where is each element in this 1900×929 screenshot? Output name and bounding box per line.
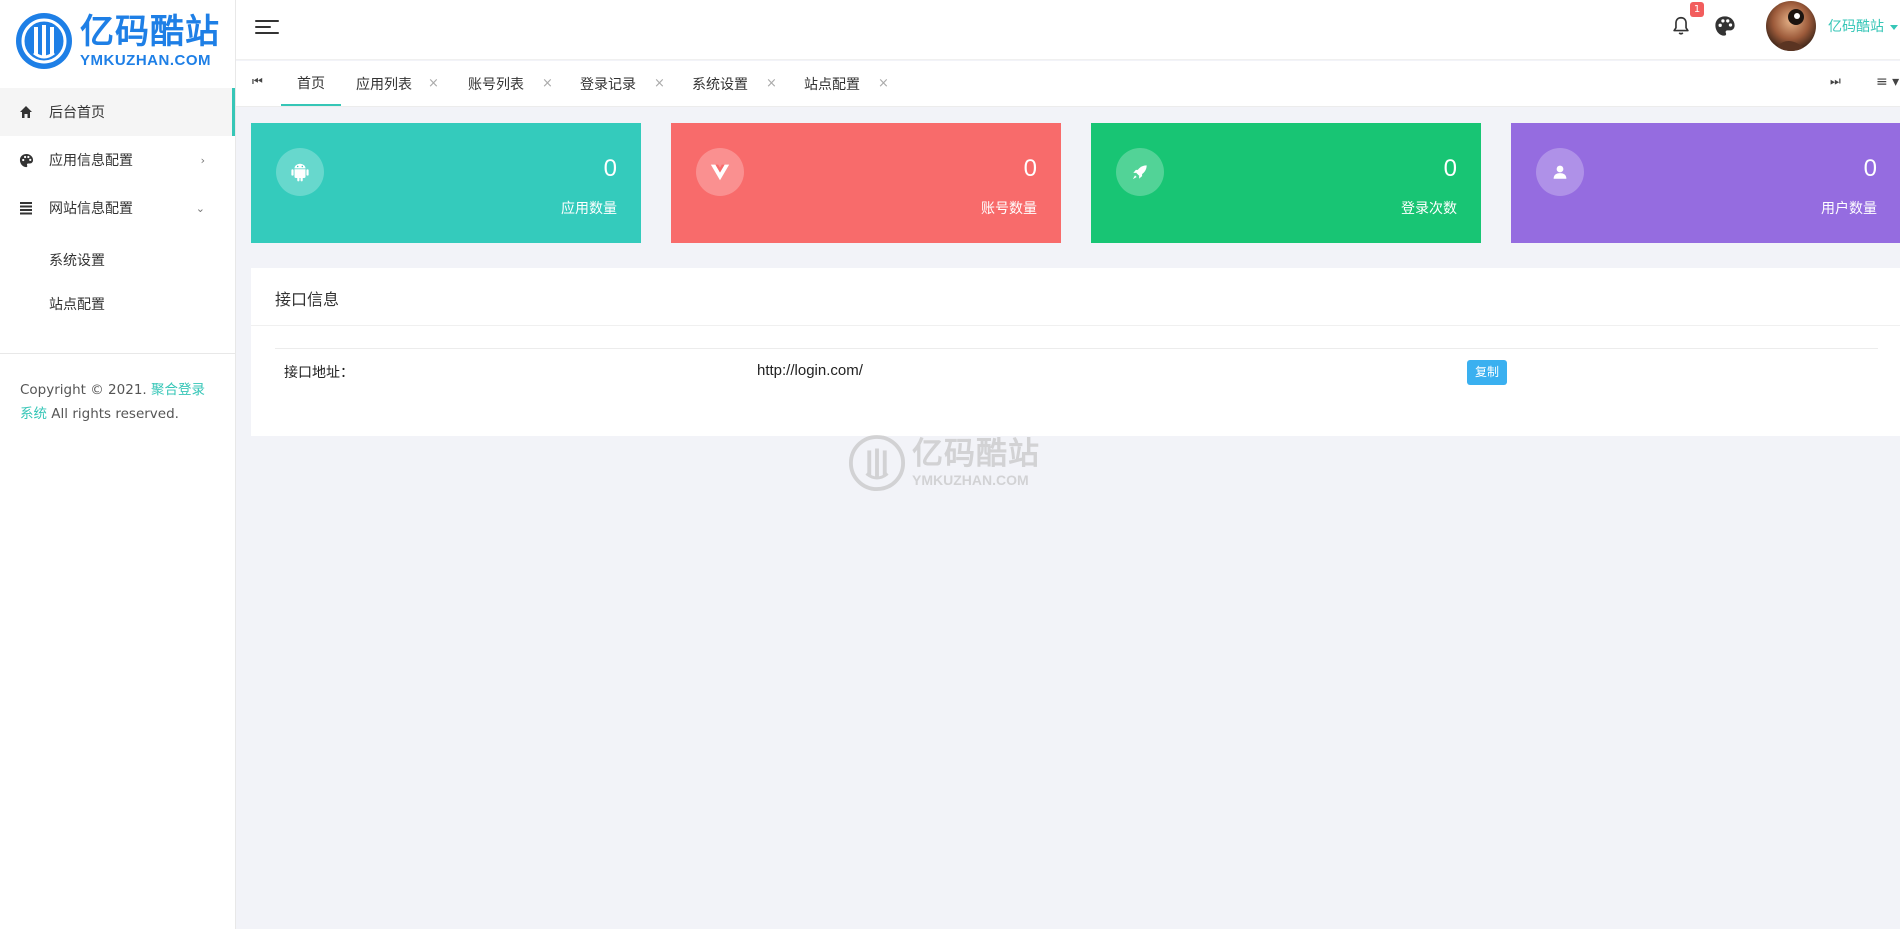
home-icon bbox=[18, 104, 34, 120]
watermark-en: YMKUZHAN.COM bbox=[912, 472, 1029, 488]
tab-home[interactable]: 首页 bbox=[281, 61, 341, 106]
copy-button[interactable]: 复制 bbox=[1467, 360, 1507, 385]
sidebar-item-app-config[interactable]: 应用信息配置 › bbox=[0, 136, 235, 184]
copyright-text: Copyright © 2021. 聚合登录系统 All rights rese… bbox=[20, 378, 212, 426]
tab-options-icon[interactable]: ≡ ▾ bbox=[1876, 74, 1899, 90]
rocket-icon bbox=[1116, 148, 1164, 196]
brand-domain: YMKUZHAN.COM bbox=[80, 51, 211, 69]
top-header: 1 亿码酷站 bbox=[236, 0, 1900, 60]
stat-card-logins: 0 登录次数 bbox=[1091, 123, 1481, 243]
tab-site-config[interactable]: 站点配置 × bbox=[804, 61, 914, 106]
stat-value: 0 bbox=[603, 155, 617, 182]
close-icon[interactable]: × bbox=[428, 76, 439, 91]
sidebar-item-label: 应用信息配置 bbox=[49, 153, 133, 169]
stat-value: 0 bbox=[1443, 155, 1457, 182]
notification-badge: 1 bbox=[1690, 2, 1704, 17]
close-icon[interactable]: × bbox=[878, 76, 889, 91]
tab-label: 账号列表 bbox=[468, 76, 524, 93]
stat-card-users: 0 用户数量 bbox=[1511, 123, 1900, 243]
tab-account-list[interactable]: 账号列表 × bbox=[468, 61, 578, 106]
tab-label: 应用列表 bbox=[356, 76, 412, 93]
tab-label: 首页 bbox=[297, 75, 325, 92]
tab-login-records[interactable]: 登录记录 × bbox=[580, 61, 690, 106]
sidebar-menu: 后台首页 应用信息配置 › 网站信息配置 ⌄ 系统设置 站点配置 bbox=[0, 88, 235, 326]
stat-card-accounts: 0 账号数量 bbox=[671, 123, 1061, 243]
sidebar-subitem-site-settings[interactable]: 站点配置 bbox=[0, 282, 235, 326]
stat-label: 应用数量 bbox=[561, 201, 617, 217]
sidebar-item-label: 网站信息配置 bbox=[49, 201, 133, 217]
sidebar-item-dashboard[interactable]: 后台首页 bbox=[0, 88, 235, 136]
close-icon[interactable]: × bbox=[654, 76, 665, 91]
caret-down-icon bbox=[1890, 24, 1898, 30]
brand-logo[interactable]: 亿码酷站 YMKUZHAN.COM bbox=[14, 10, 224, 72]
chevron-down-icon: ⌄ bbox=[195, 201, 205, 215]
tab-scroll-last-icon[interactable]: ⏭ bbox=[1830, 74, 1841, 89]
sidebar-subitem-system-settings[interactable]: 系统设置 bbox=[0, 238, 235, 282]
table-row-border bbox=[275, 348, 1878, 349]
chevron-right-icon: › bbox=[200, 153, 205, 167]
stat-card-apps: 0 应用数量 bbox=[251, 123, 641, 243]
tab-system-settings[interactable]: 系统设置 × bbox=[692, 61, 802, 106]
brand-name: 亿码酷站 bbox=[80, 11, 220, 52]
tab-app-list[interactable]: 应用列表 × bbox=[356, 61, 466, 106]
tab-label: 登录记录 bbox=[580, 76, 636, 93]
android-icon bbox=[276, 148, 324, 196]
list-icon bbox=[18, 200, 34, 216]
sidebar-divider bbox=[0, 353, 235, 354]
tab-bar: ⏮ 首页 应用列表 × 账号列表 × 登录记录 × 系统设置 × 站点配置 × … bbox=[236, 61, 1900, 107]
theme-palette-icon[interactable] bbox=[1714, 15, 1736, 37]
tab-label: 站点配置 bbox=[804, 76, 860, 93]
tab-scroll-first-icon[interactable]: ⏮ bbox=[252, 74, 263, 89]
stat-label: 登录次数 bbox=[1401, 201, 1457, 217]
avatar[interactable] bbox=[1766, 1, 1816, 51]
watermark-logo-icon bbox=[848, 434, 906, 492]
username: 亿码酷站 bbox=[1828, 19, 1884, 35]
user-icon bbox=[1536, 148, 1584, 196]
api-address-label: 接口地址： bbox=[284, 365, 354, 381]
palette-icon bbox=[18, 152, 34, 168]
watermark: 亿码酷站 YMKUZHAN.COM bbox=[848, 434, 1040, 492]
menu-toggle-icon[interactable] bbox=[255, 16, 279, 38]
api-address-value: http://login.com/ bbox=[757, 362, 863, 379]
brand-logo-icon bbox=[16, 13, 72, 69]
stat-value: 0 bbox=[1863, 155, 1877, 182]
stat-label: 用户数量 bbox=[1821, 201, 1877, 217]
close-icon[interactable]: × bbox=[766, 76, 777, 91]
panel-title: 接口信息 bbox=[275, 290, 340, 309]
sidebar: 亿码酷站 YMKUZHAN.COM 后台首页 应用信息配置 › 网站信息配置 ⌄… bbox=[0, 0, 236, 929]
stat-label: 账号数量 bbox=[981, 201, 1037, 217]
bell-icon[interactable] bbox=[1670, 14, 1692, 38]
copyright-suffix: All rights reserved. bbox=[47, 406, 179, 422]
watermark-cn: 亿码酷站 bbox=[912, 436, 1040, 472]
sidebar-item-label: 后台首页 bbox=[49, 105, 105, 121]
tab-label: 系统设置 bbox=[692, 76, 748, 93]
api-info-panel: 接口信息 接口地址： http://login.com/ 复制 bbox=[251, 268, 1900, 436]
close-icon[interactable]: × bbox=[542, 76, 553, 91]
copyright-prefix: Copyright © 2021. bbox=[20, 382, 151, 398]
vue-icon bbox=[696, 148, 744, 196]
stat-value: 0 bbox=[1023, 155, 1037, 182]
panel-divider bbox=[251, 325, 1900, 326]
user-menu[interactable]: 亿码酷站 bbox=[1828, 16, 1898, 36]
sidebar-item-site-config[interactable]: 网站信息配置 ⌄ bbox=[0, 184, 235, 232]
